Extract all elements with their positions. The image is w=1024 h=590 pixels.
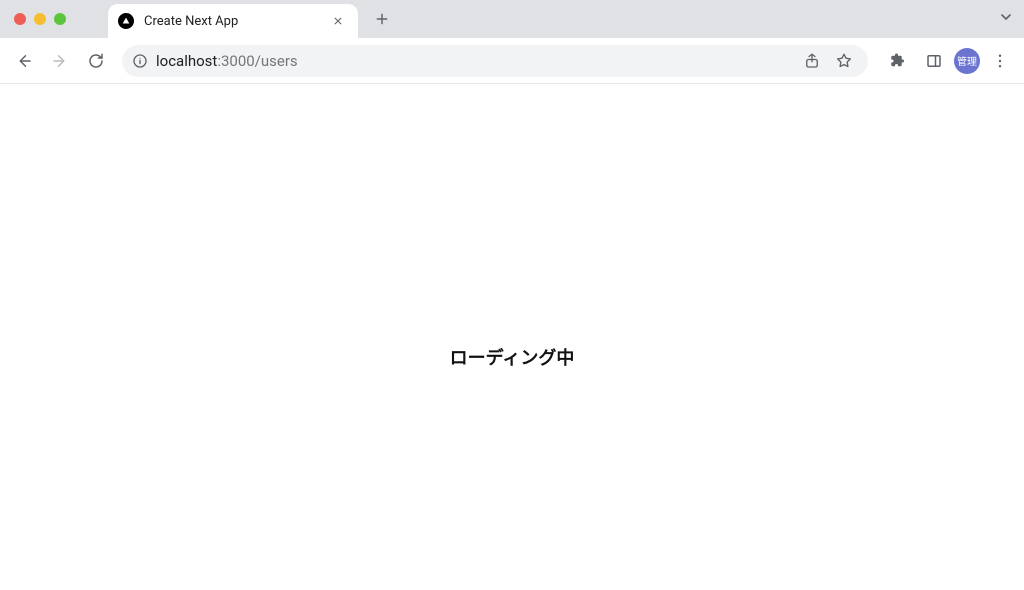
loading-text: ローディング中 — [450, 344, 575, 370]
extensions-button[interactable] — [882, 45, 914, 77]
forward-button[interactable] — [44, 45, 76, 77]
tab-close-button[interactable] — [330, 13, 346, 29]
avatar-label: 管理 — [957, 53, 977, 68]
site-info-icon[interactable] — [132, 53, 148, 69]
kebab-menu-button[interactable] — [984, 45, 1016, 77]
toolbar-right: 管理 — [882, 45, 1016, 77]
url-host: localhost — [156, 52, 217, 70]
url-port-path: :3000/users — [217, 52, 297, 70]
window-minimize-button[interactable] — [34, 13, 46, 25]
window-fullscreen-button[interactable] — [54, 13, 66, 25]
browser-toolbar: localhost:3000/users 管理 — [0, 38, 1024, 84]
side-panel-button[interactable] — [918, 45, 950, 77]
reload-button[interactable] — [80, 45, 112, 77]
url-text: localhost:3000/users — [156, 52, 298, 70]
tab-favicon-icon — [118, 13, 134, 29]
tab-title: Create Next App — [144, 14, 330, 29]
profile-avatar[interactable]: 管理 — [954, 48, 980, 74]
share-button[interactable] — [800, 49, 824, 73]
tab-overflow-chevron-icon[interactable] — [998, 9, 1014, 29]
browser-tab[interactable]: Create Next App — [108, 4, 358, 38]
address-bar[interactable]: localhost:3000/users — [122, 45, 868, 77]
back-button[interactable] — [8, 45, 40, 77]
bookmark-button[interactable] — [832, 49, 856, 73]
window-close-button[interactable] — [14, 13, 26, 25]
tab-strip: Create Next App — [0, 0, 1024, 38]
page-viewport: ローディング中 — [0, 84, 1024, 590]
window-controls — [0, 0, 80, 38]
new-tab-button[interactable] — [368, 5, 396, 33]
